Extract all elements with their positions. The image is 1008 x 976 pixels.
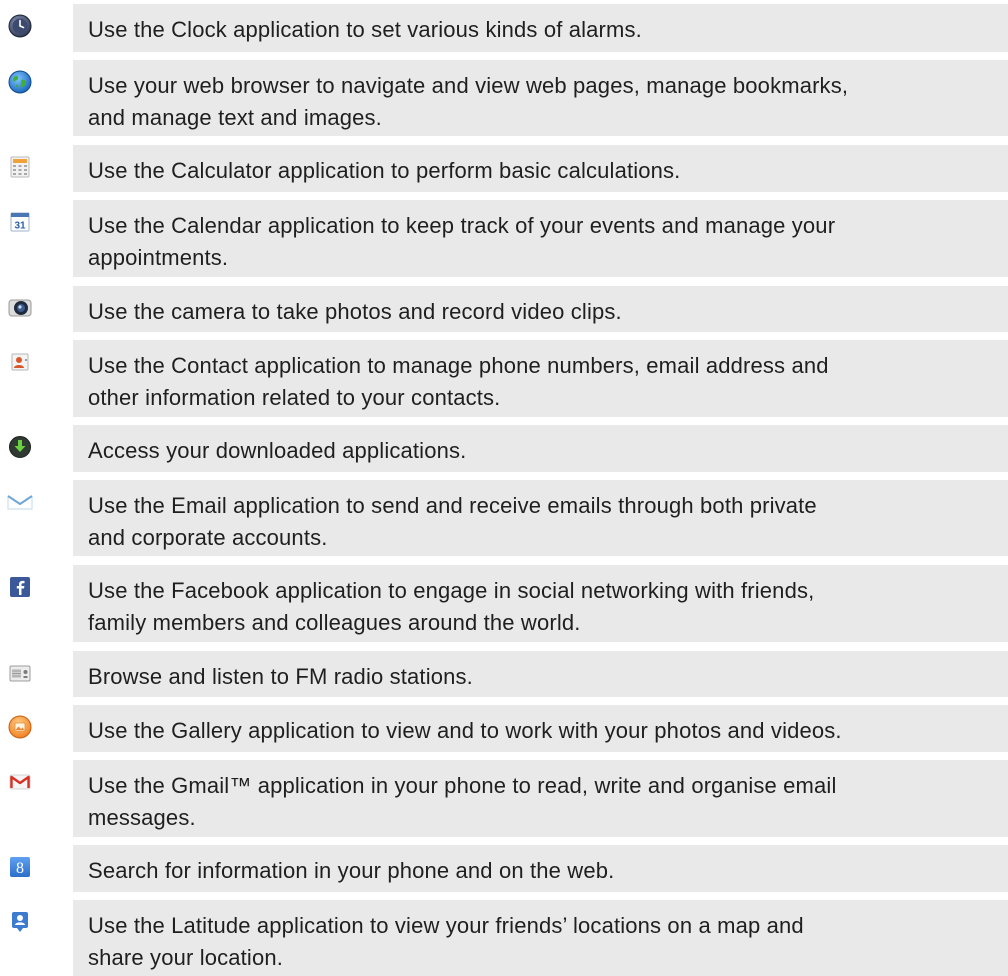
list-item: 8 Search for information in your phone a…: [0, 845, 1008, 892]
list-item-text: Use the Gallery application to view and …: [73, 705, 1008, 752]
description-line: and corporate accounts.: [88, 525, 328, 550]
list-item-text: Search for information in your phone and…: [73, 845, 1008, 892]
list-item-text: Use the Calculator application to perfor…: [73, 145, 1008, 192]
description-line: Use the Clock application to set various…: [88, 17, 642, 42]
description-line: Use the Calculator application to perfor…: [88, 158, 681, 183]
list-item: Use the Clock application to set various…: [0, 4, 1008, 52]
description-line: and manage text and images.: [88, 105, 382, 130]
gmail-icon: [8, 770, 32, 794]
description-line: Browse and listen to FM radio stations.: [88, 664, 473, 689]
description-line: Use the Calendar application to keep tra…: [88, 213, 836, 238]
description-line: family members and colleagues around the…: [88, 610, 581, 635]
list-item: Use the Calculator application to perfor…: [0, 145, 1008, 192]
list-item: Browse and listen to FM radio stations.: [0, 651, 1008, 697]
list-item: Use your web browser to navigate and vie…: [0, 60, 1008, 136]
list-item-text: Use the Clock application to set various…: [73, 4, 1008, 52]
list-item: Use the Latitude application to view you…: [0, 900, 1008, 976]
description-line: Use the Gallery application to view and …: [88, 718, 842, 743]
list-item-text: Use the Contact application to manage ph…: [73, 340, 1008, 417]
list-item: Use the Gmail™ application in your phone…: [0, 760, 1008, 837]
camera-icon: [8, 296, 32, 320]
latitude-icon: [8, 910, 32, 934]
svg-text:8: 8: [16, 860, 24, 877]
description-line: Use the Contact application to manage ph…: [88, 353, 829, 378]
description-line: Use the Gmail™ application in your phone…: [88, 773, 837, 798]
download-icon: [8, 435, 32, 459]
list-item: Use the Facebook application to engage i…: [0, 565, 1008, 642]
description-line: share your location.: [88, 945, 283, 970]
list-item-text: Use the camera to take photos and record…: [73, 286, 1008, 332]
description-line: appointments.: [88, 245, 229, 270]
list-item-text: Use the Email application to send and re…: [73, 480, 1008, 556]
list-item-text: Use your web browser to navigate and vie…: [73, 60, 1008, 136]
list-item-text: Use the Gmail™ application in your phone…: [73, 760, 1008, 837]
description-line: Use the Latitude application to view you…: [88, 913, 804, 938]
description-line: other information related to your contac…: [88, 385, 501, 410]
list-item-text: Browse and listen to FM radio stations.: [73, 651, 1008, 697]
svg-text:31: 31: [14, 221, 26, 232]
contacts-icon: [8, 350, 32, 374]
description-line: Use the Facebook application to engage i…: [88, 578, 815, 603]
list-item-text: Access your downloaded applications.: [73, 425, 1008, 472]
list-item: Access your downloaded applications.: [0, 425, 1008, 472]
description-line: messages.: [88, 805, 196, 830]
list-item-text: Use the Latitude application to view you…: [73, 900, 1008, 976]
list-item: Use the Gallery application to view and …: [0, 705, 1008, 752]
fm-radio-icon: [8, 661, 32, 685]
description-line: Use the camera to take photos and record…: [88, 299, 622, 324]
list-item: 31 Use the Calendar application to keep …: [0, 200, 1008, 277]
calendar-icon: 31: [8, 210, 32, 234]
gallery-icon: [8, 715, 32, 739]
calculator-icon: [8, 155, 32, 179]
list-item: Use the Contact application to manage ph…: [0, 340, 1008, 417]
clock-icon: [8, 14, 32, 38]
email-icon: [6, 490, 34, 514]
description-line: Access your downloaded applications.: [88, 438, 467, 463]
description-line: Use your web browser to navigate and vie…: [88, 73, 849, 98]
facebook-icon: [8, 575, 32, 599]
list-item-text: Use the Calendar application to keep tra…: [73, 200, 1008, 277]
browser-globe-icon: [8, 70, 32, 94]
list-item-text: Use the Facebook application to engage i…: [73, 565, 1008, 642]
description-line: Search for information in your phone and…: [88, 858, 615, 883]
description-line: Use the Email application to send and re…: [88, 493, 817, 518]
google-search-icon: 8: [8, 855, 32, 879]
list-item: Use the Email application to send and re…: [0, 480, 1008, 556]
list-item: Use the camera to take photos and record…: [0, 286, 1008, 332]
